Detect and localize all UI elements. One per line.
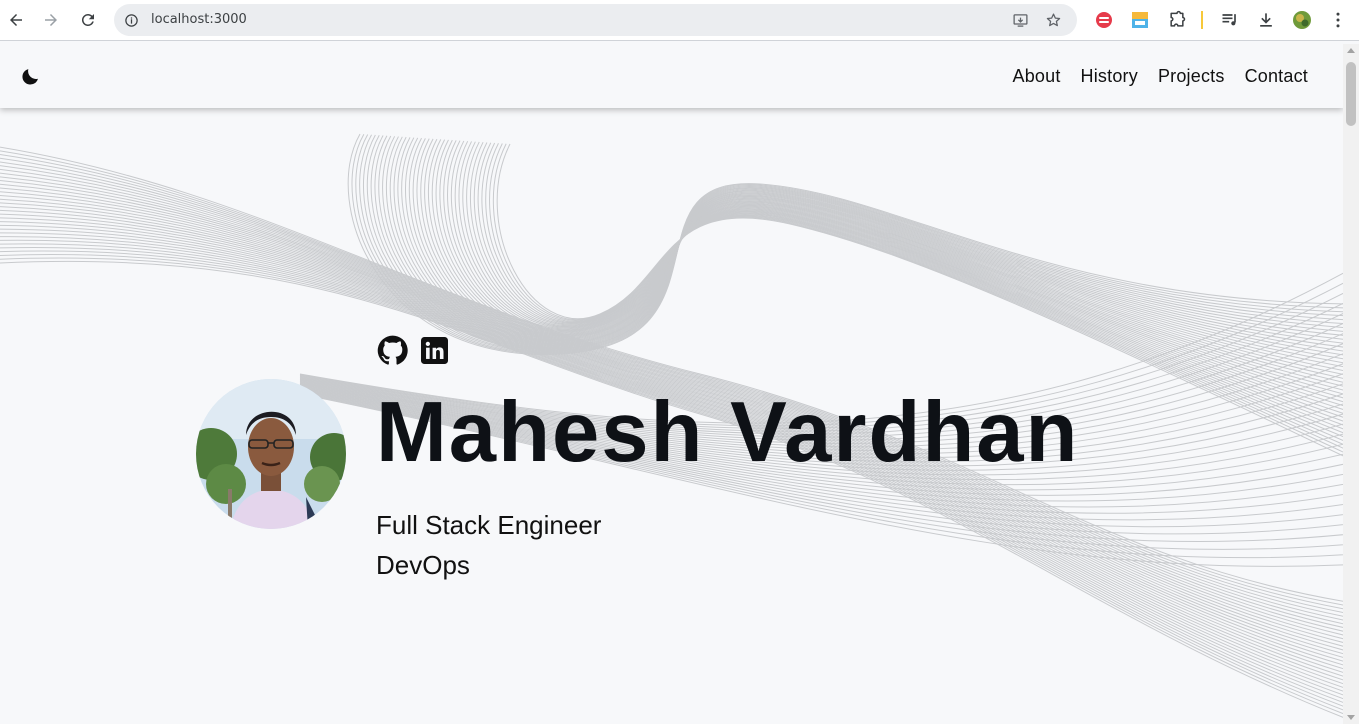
nav-link-contact[interactable]: Contact <box>1245 66 1308 87</box>
hero-role-secondary: DevOps <box>376 550 470 580</box>
theme-toggle-button[interactable] <box>19 65 41 87</box>
nav-link-projects[interactable]: Projects <box>1158 66 1225 87</box>
back-arrow-icon <box>10 14 22 26</box>
extensions-button[interactable] <box>1166 9 1188 31</box>
site-info-button[interactable] <box>122 11 140 29</box>
bookmark-button[interactable] <box>1044 11 1062 29</box>
moon-icon <box>21 68 38 85</box>
install-app-icon <box>1012 13 1028 27</box>
extension-red-icon <box>1096 12 1112 28</box>
extension-red-button[interactable] <box>1093 9 1115 31</box>
site-header: About History Projects Contact <box>0 44 1343 108</box>
page-viewport: About History Projects Contact Mahesh Va… <box>0 44 1343 724</box>
browser-menu-button[interactable] <box>1327 9 1349 31</box>
scroll-up-arrow[interactable] <box>1347 48 1355 53</box>
back-button[interactable] <box>4 8 28 32</box>
profile-photo <box>196 379 346 529</box>
linkedin-icon <box>420 336 448 364</box>
scrollbar-thumb[interactable] <box>1346 62 1356 126</box>
profile-avatar <box>1293 11 1311 29</box>
hero-role-primary: Full Stack Engineer <box>376 510 602 540</box>
address-bar[interactable]: localhost:3000 <box>114 4 1077 36</box>
media-controls-button[interactable] <box>1219 9 1241 31</box>
puzzle-icon <box>1170 10 1186 27</box>
download-icon <box>1260 13 1272 27</box>
reload-button[interactable] <box>76 8 100 32</box>
page-scrollbar[interactable] <box>1343 44 1359 724</box>
github-link[interactable] <box>376 334 408 366</box>
github-icon <box>377 335 408 365</box>
hero-name: Mahesh Vardhan <box>376 385 1080 480</box>
wave-background <box>0 133 1343 718</box>
nav-link-about[interactable]: About <box>1012 66 1060 87</box>
url-text[interactable]: localhost:3000 <box>151 12 247 27</box>
extension-image-icon <box>1132 12 1148 28</box>
extension-image-button[interactable] <box>1129 9 1151 31</box>
downloads-button[interactable] <box>1255 9 1277 31</box>
scroll-down-arrow[interactable] <box>1347 715 1355 720</box>
toolbar-separator <box>1201 11 1203 29</box>
star-icon <box>1046 12 1060 26</box>
nav-link-history[interactable]: History <box>1081 66 1138 87</box>
profile-button[interactable] <box>1291 9 1313 31</box>
forward-arrow-icon <box>45 14 57 26</box>
media-controls-icon <box>1222 14 1236 26</box>
forward-button[interactable] <box>39 8 63 32</box>
main-nav: About History Projects Contact <box>1012 44 1308 108</box>
info-icon <box>124 13 138 27</box>
install-app-button[interactable] <box>1011 11 1029 29</box>
more-vertical-icon <box>1336 12 1340 28</box>
linkedin-link[interactable] <box>418 334 450 366</box>
avatar <box>196 379 346 529</box>
browser-toolbar: localhost:3000 <box>0 0 1359 41</box>
reload-icon <box>81 13 94 26</box>
